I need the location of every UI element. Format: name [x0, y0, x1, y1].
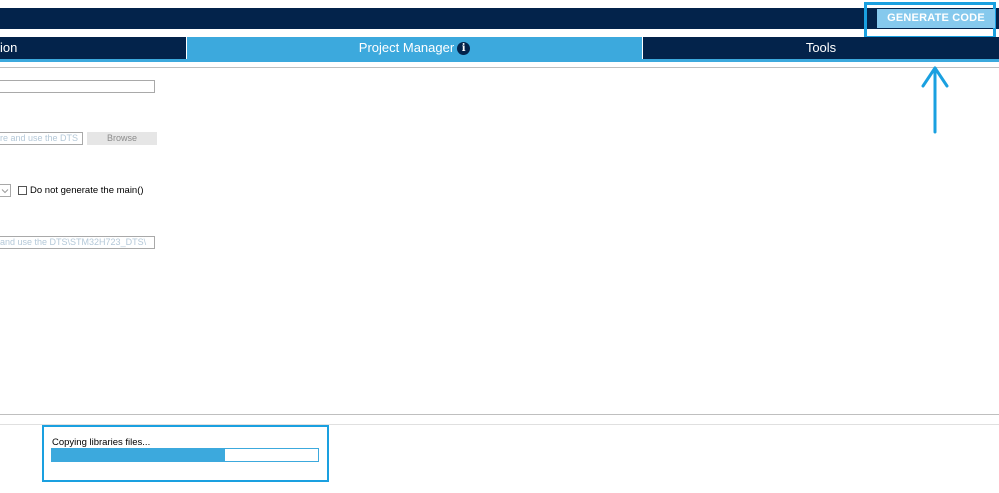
tab-tools[interactable]: Tools — [643, 37, 999, 59]
do-not-generate-main-checkbox[interactable] — [18, 186, 27, 195]
progress-bar — [51, 448, 319, 462]
tab-project-manager[interactable]: Project Manager i — [187, 37, 642, 59]
tab-underline — [0, 59, 999, 62]
tab-label: Tools — [805, 40, 837, 55]
toolchain-folder-input[interactable]: and use the DTS\STM32H723_DTS\ — [0, 236, 155, 249]
progress-label: Copying libraries files... — [52, 437, 151, 448]
content-top-divider — [0, 67, 999, 68]
top-header-bar — [0, 8, 999, 29]
tab-label: Project Manager — [358, 40, 455, 55]
tab-configuration[interactable]: ion — [0, 37, 186, 59]
info-icon[interactable]: i — [457, 42, 471, 55]
tab-label: ion — [0, 40, 18, 55]
project-name-input[interactable] — [0, 80, 155, 93]
progress-bar-fill — [52, 449, 225, 461]
chevron-down-icon — [1, 189, 9, 194]
toolchain-folder-value: and use the DTS\STM32H723_DTS\ — [0, 237, 147, 247]
do-not-generate-main-label: Do not generate the main() — [30, 185, 144, 196]
project-location-value: re and use the DTS — [0, 133, 79, 143]
content-bottom-divider — [0, 414, 999, 415]
browse-button[interactable]: Browse — [87, 132, 157, 145]
arrow-up-icon — [921, 66, 949, 134]
project-location-input[interactable]: re and use the DTS — [0, 132, 83, 145]
main-tab-bar: ion Project Manager i Tools — [0, 37, 999, 59]
progress-dialog: Copying libraries files... — [42, 425, 329, 482]
toolchain-dropdown[interactable] — [0, 184, 11, 197]
generate-code-button[interactable]: GENERATE CODE — [877, 9, 995, 28]
